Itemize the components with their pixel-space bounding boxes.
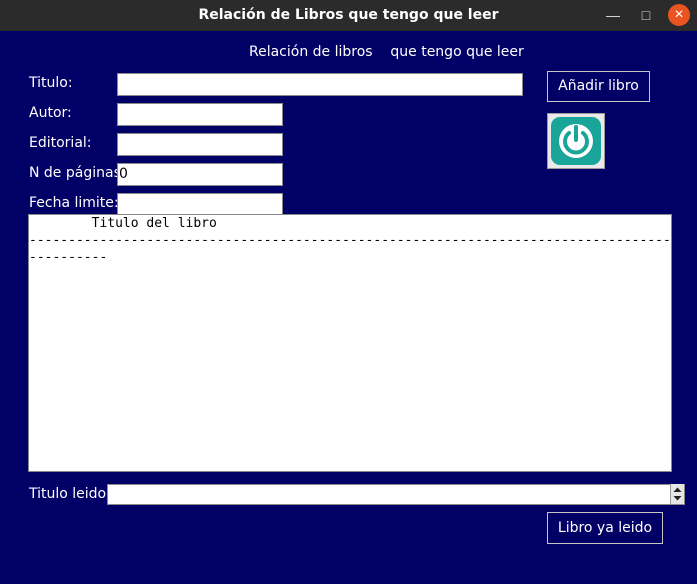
list-separator-continued: ----------: [29, 250, 108, 265]
window-title: Relación de Libros que tengo que leer: [198, 7, 499, 23]
power-icon: [551, 117, 601, 165]
book-list[interactable]: Titulo del libro -----------------------…: [28, 214, 672, 472]
spinbox-arrows[interactable]: [670, 484, 684, 504]
editorial-label: Editorial:: [29, 135, 92, 151]
titulo-input[interactable]: [117, 73, 523, 96]
titulo-label: Titulo:: [29, 75, 73, 91]
add-book-button[interactable]: Añadir libro: [547, 71, 650, 102]
power-button[interactable]: [547, 113, 605, 169]
paginas-input[interactable]: 0: [117, 163, 283, 186]
minimize-icon[interactable]: —: [602, 4, 624, 26]
editorial-input[interactable]: [117, 133, 283, 156]
book-read-button[interactable]: Libro ya leido: [547, 512, 663, 544]
autor-label: Autor:: [29, 105, 72, 121]
arrow-down-icon[interactable]: [673, 496, 682, 501]
list-separator: ----------------------------------------…: [29, 233, 672, 248]
titulo-leido-combobox[interactable]: [107, 484, 685, 505]
paginas-label: N de páginas:: [29, 165, 126, 181]
arrow-up-icon[interactable]: [673, 487, 682, 493]
autor-input[interactable]: [117, 103, 283, 126]
close-icon[interactable]: ×: [668, 4, 690, 26]
fecha-input[interactable]: [117, 193, 283, 216]
list-header: Titulo del libro: [29, 216, 217, 231]
fecha-label: Fecha limite:: [29, 195, 119, 211]
maximize-icon[interactable]: □: [635, 4, 657, 26]
page-heading: Relación de libros que tengo que leer: [249, 44, 524, 60]
window-titlebar: Relación de Libros que tengo que leer — …: [0, 0, 697, 31]
titulo-leido-label: Titulo leido:: [29, 486, 111, 502]
